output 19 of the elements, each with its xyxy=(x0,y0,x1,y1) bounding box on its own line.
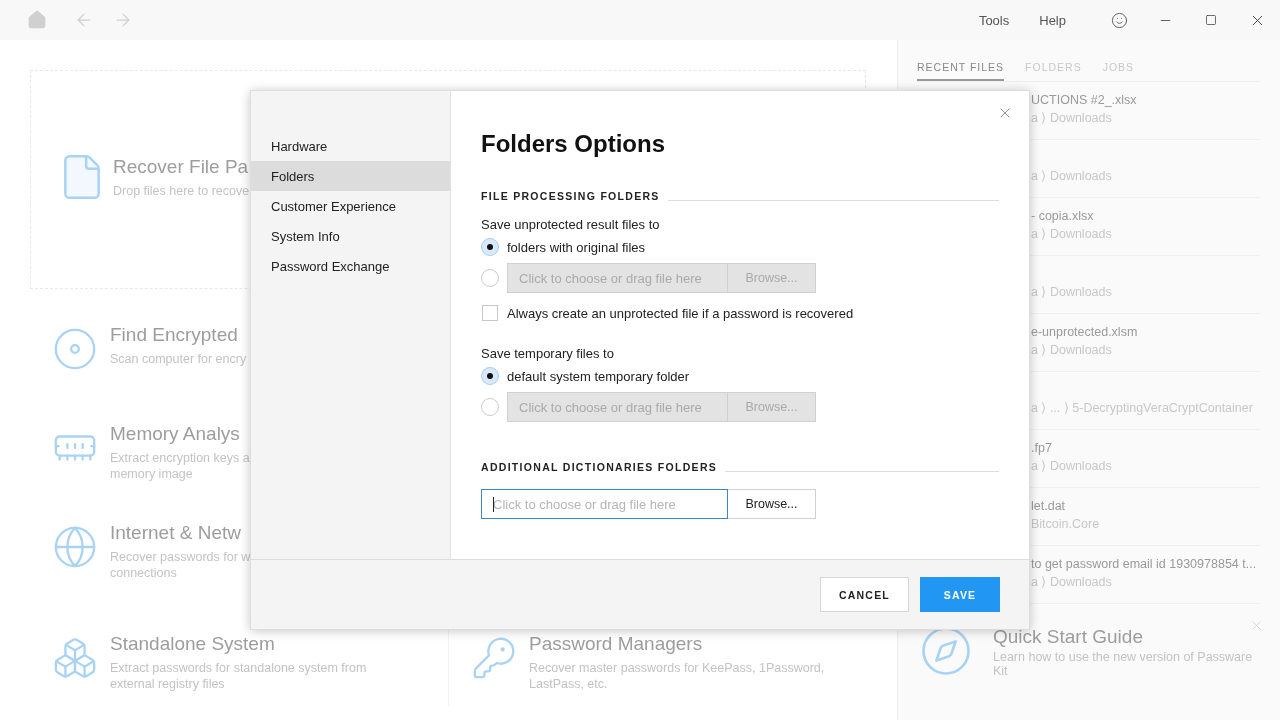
tile-description: connections xyxy=(110,565,178,581)
tile-title: Recover File Pa xyxy=(113,155,250,179)
tile-description: Extract passwords for standalone system from xyxy=(110,660,367,676)
dialog-title: Folders Options xyxy=(481,129,666,159)
option-label: Save unprotected result files to xyxy=(481,216,661,234)
tile-description: Scan computer for encry xyxy=(110,351,247,367)
tile-description: Recover master passwords for KeePass, 1Password, xyxy=(529,660,825,676)
radio-label: default system temporary folder xyxy=(507,368,690,384)
tile-description: Extract encryption keys a xyxy=(110,450,250,466)
radio-label: folders with original files xyxy=(507,239,645,255)
tile-description: memory image xyxy=(110,466,194,482)
tile-description: LastPass, etc. xyxy=(529,676,609,692)
tile-description: Drop files here to recove xyxy=(113,183,250,199)
checkbox-label: Always create an unprotected file if a password is recovered xyxy=(507,305,854,321)
tile-description: Recover passwords for w xyxy=(110,549,251,565)
tile-description: external registry files xyxy=(110,676,226,692)
section-heading: ADDITIONAL DICTIONARIES FOLDERS xyxy=(481,461,718,473)
option-label: Save temporary files to xyxy=(481,345,615,363)
section-heading: FILE PROCESSING FOLDERS xyxy=(481,190,660,202)
